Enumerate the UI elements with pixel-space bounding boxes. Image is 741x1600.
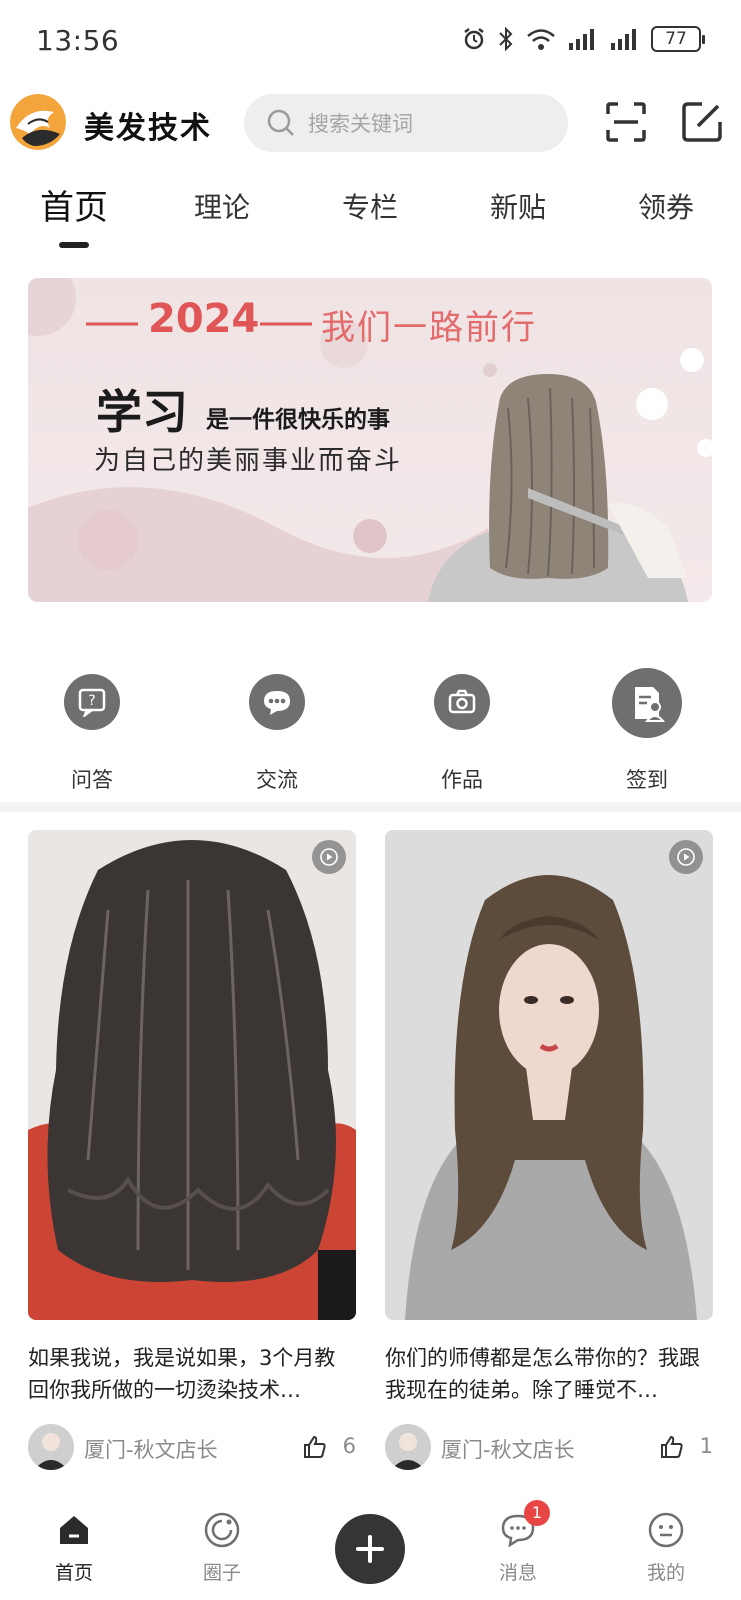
section-divider — [0, 802, 741, 812]
tab-coupons[interactable]: 领券 — [638, 186, 694, 226]
unread-badge: 1 — [524, 1500, 550, 1526]
promo-banner[interactable]: 2024 我们一路前行 学习 是一件很快乐的事 为自己的美丽事业而奋斗 — [28, 278, 712, 602]
play-icon — [669, 840, 703, 874]
avatar[interactable] — [385, 1424, 431, 1470]
feed-card[interactable]: 你们的师傅都是怎么带你的？我跟我现在的徒弟。除了睡觉不… 厦门-秋文店长 1 — [385, 830, 713, 1472]
tab-home[interactable]: 首页 — [40, 180, 108, 229]
camera-icon — [434, 674, 490, 730]
message-icon: 1 — [498, 1500, 550, 1550]
app-logo — [10, 94, 66, 150]
nav-label: 首页 — [54, 1562, 93, 1584]
checkin-icon — [612, 668, 682, 738]
banner-year: 2024 — [148, 296, 260, 342]
like-count: 1 — [699, 1434, 713, 1458]
tab-column[interactable]: 专栏 — [342, 186, 398, 226]
video-thumbnail[interactable] — [28, 830, 356, 1320]
banner-subline: 为自己的美丽事业而奋斗 — [94, 446, 403, 476]
quick-action-checkin[interactable]: 签到 — [587, 660, 707, 794]
tab-new-posts[interactable]: 新贴 — [490, 186, 546, 226]
banner-headline-big: 学习 — [96, 385, 188, 439]
signal-icon-2 — [611, 29, 636, 50]
active-tab-indicator — [59, 242, 89, 248]
svg-text:?: ? — [88, 693, 95, 709]
wifi-icon — [527, 29, 555, 50]
post-meta: 厦门-秋文店长 6 — [28, 1424, 356, 1472]
create-post-button[interactable] — [335, 1514, 405, 1584]
nav-label: 消息 — [498, 1562, 537, 1584]
search-placeholder: 搜索关键词 — [308, 112, 413, 136]
category-tabs: 首页 理论 专栏 新贴 领券 — [0, 176, 741, 250]
question-icon: ? — [64, 674, 120, 730]
compose-icon[interactable] — [680, 100, 724, 144]
status-bar: 13:56 77 — [0, 0, 741, 84]
status-icons: 77 — [461, 26, 705, 52]
avatar[interactable] — [28, 1424, 74, 1470]
search-icon — [267, 109, 294, 136]
nav-circle[interactable]: 圈子 — [177, 1510, 267, 1585]
quick-action-chat[interactable]: 交流 — [217, 660, 337, 794]
nav-messages[interactable]: 1 消息 — [473, 1500, 563, 1585]
app-header: 美发技术 搜索关键词 — [0, 86, 741, 156]
plus-icon — [356, 1535, 384, 1563]
chat-icon — [249, 674, 305, 730]
post-meta: 厦门-秋文店长 1 — [385, 1424, 713, 1472]
search-input[interactable]: 搜索关键词 — [244, 94, 568, 152]
like-count: 6 — [342, 1434, 356, 1458]
scan-icon[interactable] — [604, 100, 648, 144]
nav-label: 我的 — [646, 1562, 685, 1584]
author-name[interactable]: 厦门-秋文店长 — [441, 1434, 575, 1464]
thumbnail-image — [28, 830, 356, 1320]
play-icon — [312, 840, 346, 874]
nav-profile[interactable]: 我的 — [621, 1510, 711, 1585]
home-icon — [54, 1510, 94, 1550]
thumbs-up-icon[interactable] — [302, 1434, 328, 1460]
bottom-navigation: 首页 圈子 1 消息 我的 — [0, 1496, 741, 1600]
feed-card[interactable]: 如果我说，我是说如果，3个月教回你我所做的一切烫染技术… 厦门-秋文店长 6 — [28, 830, 356, 1472]
app-title: 美发技术 — [84, 111, 212, 146]
quick-action-works[interactable]: 作品 — [402, 660, 522, 794]
profile-icon — [646, 1510, 686, 1550]
banner-headline-small: 是一件很快乐的事 — [206, 407, 390, 433]
battery-level: 77 — [665, 29, 687, 49]
nav-label: 圈子 — [202, 1562, 241, 1584]
quick-actions: ? 问答 交流 作品 签到 — [0, 660, 741, 792]
banner-slogan: 我们一路前行 — [321, 308, 537, 348]
thumbs-up-icon[interactable] — [659, 1434, 685, 1460]
quick-action-label: 签到 — [626, 768, 668, 792]
post-title[interactable]: 你们的师傅都是怎么带你的？我跟我现在的徒弟。除了睡觉不… — [385, 1342, 713, 1406]
alarm-icon — [464, 28, 484, 50]
post-title[interactable]: 如果我说，我是说如果，3个月教回你我所做的一切烫染技术… — [28, 1342, 356, 1406]
battery-indicator: 77 — [651, 26, 705, 52]
quick-action-label: 问答 — [71, 768, 113, 792]
quick-action-label: 作品 — [441, 768, 483, 792]
quick-action-qa[interactable]: ? 问答 — [32, 660, 152, 794]
thumbnail-image — [385, 830, 713, 1320]
circle-icon — [202, 1510, 242, 1550]
status-time: 13:56 — [36, 24, 120, 57]
author-name[interactable]: 厦门-秋文店长 — [84, 1434, 218, 1464]
bluetooth-icon — [499, 26, 513, 52]
quick-action-label: 交流 — [256, 768, 298, 792]
signal-icon — [569, 29, 594, 50]
video-thumbnail[interactable] — [385, 830, 713, 1320]
tab-theory[interactable]: 理论 — [194, 186, 250, 226]
nav-home[interactable]: 首页 — [29, 1510, 119, 1585]
